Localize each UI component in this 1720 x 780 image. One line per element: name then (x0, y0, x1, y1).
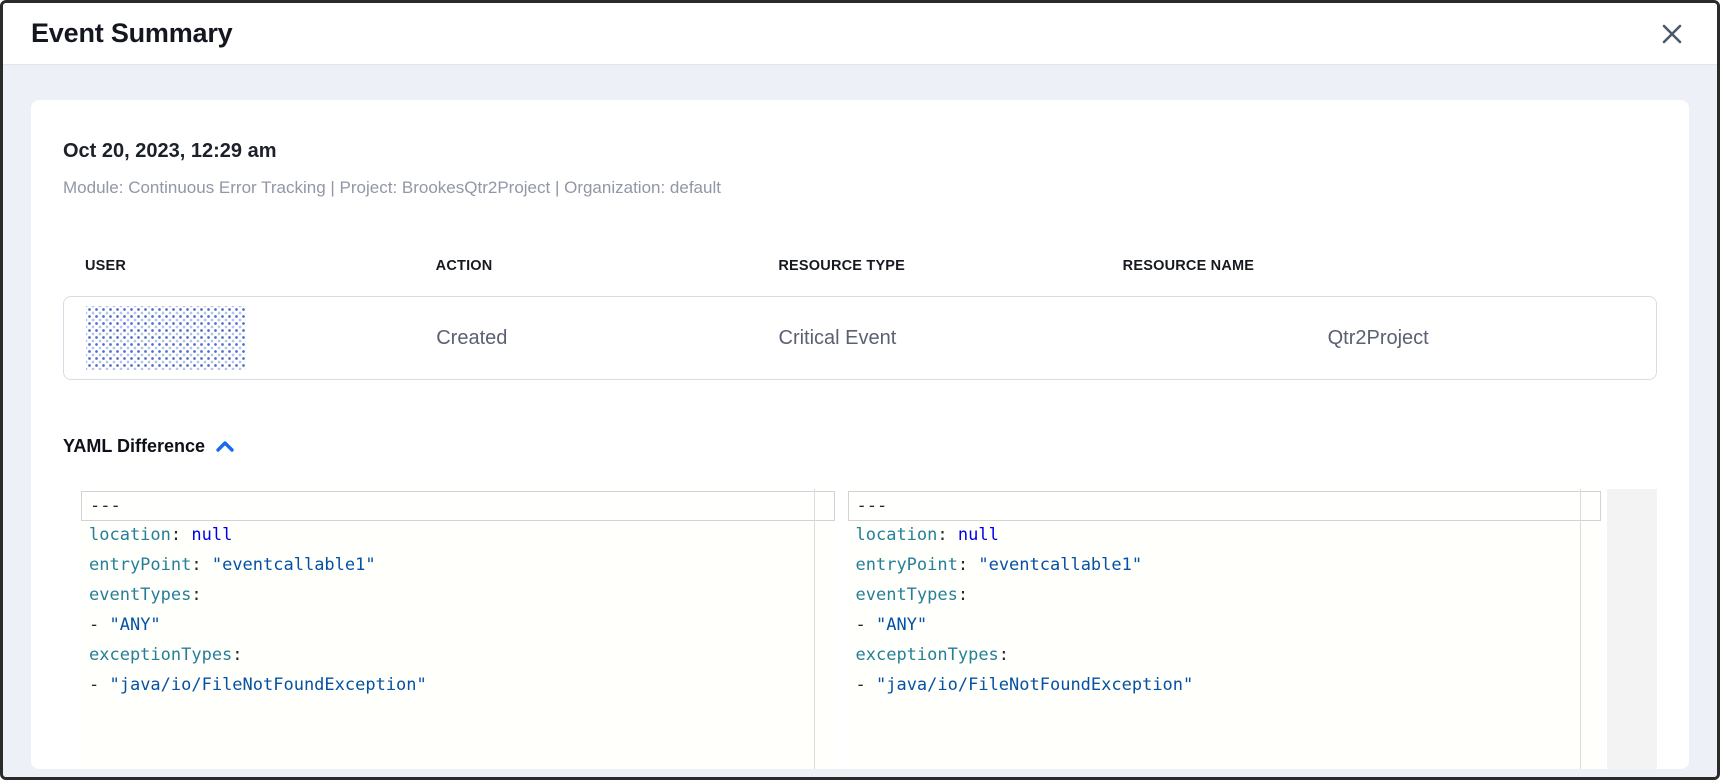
code-line: location: null (81, 521, 835, 551)
yaml-diff-viewer: ---location: nullentryPoint: "eventcalla… (81, 489, 1657, 769)
column-header-resource-name: RESOURCE NAME (1101, 258, 1657, 274)
code-line: - "java/io/FileNotFoundException" (81, 671, 835, 701)
resource-name-cell: Qtr2Project (1100, 327, 1656, 350)
column-header-user: USER (63, 258, 414, 274)
code-line: location: null (848, 521, 1602, 551)
code-line: - "ANY" (81, 611, 835, 641)
redacted-user-pattern (86, 306, 246, 370)
yaml-difference-section-header[interactable]: YAML Difference (63, 436, 1657, 457)
event-timestamp: Oct 20, 2023, 12:29 am (63, 140, 1657, 163)
diff-overview-ruler[interactable] (1607, 489, 1657, 769)
chevron-up-icon[interactable] (215, 440, 235, 454)
event-summary-modal: Event Summary Oct 20, 2023, 12:29 am Mod… (0, 0, 1720, 780)
modal-body: Oct 20, 2023, 12:29 am Module: Continuou… (3, 65, 1717, 777)
event-table-header: USER ACTION RESOURCE TYPE RESOURCE NAME (63, 258, 1657, 274)
action-cell: Created (414, 327, 756, 350)
user-cell (64, 306, 414, 370)
code-line: eventTypes: (81, 581, 835, 611)
code-line: exceptionTypes: (81, 641, 835, 671)
yaml-diff-modified-pane[interactable]: ---location: nullentryPoint: "eventcalla… (848, 489, 1602, 769)
close-button[interactable] (1657, 19, 1687, 49)
modal-title: Event Summary (31, 18, 232, 49)
column-header-action: ACTION (414, 258, 757, 274)
code-line: exceptionTypes: (848, 641, 1602, 671)
code-line: --- (81, 491, 835, 521)
code-line: eventTypes: (848, 581, 1602, 611)
modal-header: Event Summary (3, 3, 1717, 65)
close-icon (1660, 22, 1684, 46)
modified-pane-scrollbar[interactable] (1580, 489, 1581, 769)
column-header-resource-type: RESOURCE TYPE (756, 258, 1100, 274)
event-card: Oct 20, 2023, 12:29 am Module: Continuou… (31, 100, 1689, 769)
code-line: --- (848, 491, 1602, 521)
original-pane-scrollbar[interactable] (814, 489, 815, 769)
yaml-difference-label: YAML Difference (63, 436, 205, 457)
event-meta: Module: Continuous Error Tracking | Proj… (63, 178, 1657, 198)
resource-type-cell: Critical Event (757, 327, 1101, 350)
event-table-row: Created Critical Event Qtr2Project (63, 296, 1657, 380)
code-line: entryPoint: "eventcallable1" (848, 551, 1602, 581)
code-line: - "java/io/FileNotFoundException" (848, 671, 1602, 701)
code-line: - "ANY" (848, 611, 1602, 641)
yaml-diff-original-pane[interactable]: ---location: nullentryPoint: "eventcalla… (81, 489, 835, 769)
code-line: entryPoint: "eventcallable1" (81, 551, 835, 581)
